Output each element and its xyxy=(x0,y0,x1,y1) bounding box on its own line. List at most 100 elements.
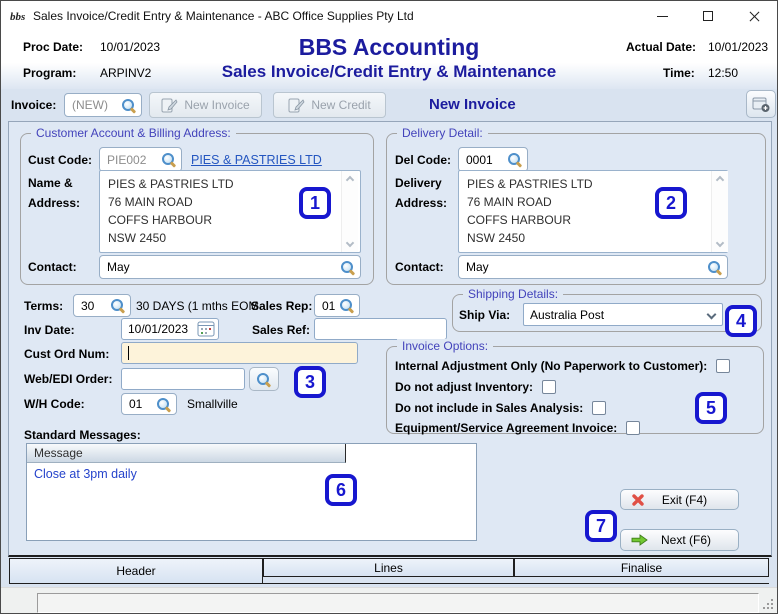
ship-via-value: Australia Post xyxy=(530,307,605,322)
new-record-icon xyxy=(752,97,769,112)
delivery-address-label-1: Delivery xyxy=(395,176,442,190)
del-code-label: Del Code: xyxy=(395,153,452,167)
close-button[interactable] xyxy=(731,1,777,31)
billing-contact-label: Contact: xyxy=(28,260,77,274)
resize-grip[interactable] xyxy=(771,607,773,609)
cust-ord-num-field[interactable] xyxy=(121,342,358,364)
scroll-down-icon[interactable] xyxy=(345,238,355,248)
cust-code-field[interactable]: PIE002 xyxy=(99,147,182,172)
time-label: Time: xyxy=(663,66,695,80)
status-bar xyxy=(1,587,777,613)
cust-ord-num-label: Cust Ord Num: xyxy=(24,347,110,361)
sales-rep-label: Sales Rep: xyxy=(251,299,313,313)
scroll-up-icon[interactable] xyxy=(345,175,355,185)
customer-name-link[interactable]: PIES & PASTRIES LTD xyxy=(191,153,322,167)
bbs-logo-icon: bbs xyxy=(10,11,25,23)
delivery-address-textarea[interactable]: PIES & PASTRIES LTD 76 MAIN ROAD COFFS H… xyxy=(458,170,728,253)
message-column-header: Message xyxy=(27,444,346,463)
web-edi-lookup-button[interactable] xyxy=(249,367,279,391)
new-credit-button[interactable]: New Credit xyxy=(273,92,386,118)
inv-date-field[interactable]: 10/01/2023 xyxy=(121,318,219,340)
next-button[interactable]: Next (F6) xyxy=(620,529,739,551)
delivery-contact-field[interactable]: May xyxy=(458,255,728,279)
invoice-number-value: (NEW) xyxy=(72,98,108,112)
window-title: Sales Invoice/Credit Entry & Maintenance… xyxy=(33,9,414,23)
minimize-icon xyxy=(656,15,668,17)
web-edi-order-input[interactable] xyxy=(128,372,241,386)
scroll-up-icon[interactable] xyxy=(715,175,725,185)
no-sales-analysis-label: Do not include in Sales Analysis: xyxy=(395,401,584,415)
maximize-button[interactable] xyxy=(685,1,731,31)
shipping-details-group: Shipping Details: Ship Via: Australia Po… xyxy=(452,287,762,332)
terms-description: 30 DAYS (1 mths EOM xyxy=(136,299,259,313)
invoice-options-legend: Invoice Options: xyxy=(397,339,494,353)
sales-ref-input[interactable] xyxy=(321,322,443,336)
chevron-down-icon xyxy=(706,309,717,320)
delivery-contact-magnifier-icon[interactable] xyxy=(707,260,723,275)
internal-adjustment-checkbox[interactable] xyxy=(716,359,731,373)
option-row: Internal Adjustment Only (No Paperwork t… xyxy=(395,356,731,376)
option-row: Do not adjust Inventory: xyxy=(395,377,556,397)
billing-contact-magnifier-icon[interactable] xyxy=(340,260,356,275)
minimize-button[interactable] xyxy=(639,1,685,31)
app-window: bbs Sales Invoice/Credit Entry & Mainten… xyxy=(0,0,778,614)
web-edi-order-field[interactable] xyxy=(121,368,245,390)
terms-value: 30 xyxy=(81,298,95,313)
customer-group-legend: Customer Account & Billing Address: xyxy=(31,126,236,140)
invoice-lookup-magnifier-icon[interactable] xyxy=(121,98,137,113)
wh-code-magnifier-icon[interactable] xyxy=(156,397,172,412)
tab-lines[interactable]: Lines xyxy=(263,558,514,577)
billing-contact-value: May xyxy=(107,260,130,274)
invoice-toolbar: Invoice: (NEW) New Invoice New Credit Ne… xyxy=(1,89,777,121)
tab-finalise[interactable]: Finalise xyxy=(514,558,769,577)
name-address-label-1: Name & xyxy=(28,176,73,190)
sales-rep-magnifier-icon[interactable] xyxy=(339,298,355,313)
sales-ref-field[interactable] xyxy=(314,318,447,340)
wh-code-label: W/H Code: xyxy=(24,397,85,411)
title-bar: bbs Sales Invoice/Credit Entry & Mainten… xyxy=(1,1,777,31)
sales-ref-label: Sales Ref: xyxy=(252,323,311,337)
status-message-panel xyxy=(37,593,759,613)
no-adjust-inventory-checkbox[interactable] xyxy=(542,380,556,394)
tab-header-label: Header xyxy=(116,564,156,578)
red-cross-icon xyxy=(631,493,645,507)
equipment-service-checkbox[interactable] xyxy=(626,421,641,435)
no-sales-analysis-checkbox[interactable] xyxy=(592,401,607,415)
terms-label: Terms: xyxy=(24,299,64,313)
sales-rep-field[interactable]: 01 xyxy=(314,294,360,317)
step-badge-1: 1 xyxy=(299,187,331,219)
standard-messages-table[interactable]: Message Close at 3pm daily xyxy=(26,443,477,541)
delivery-group-legend: Delivery Detail: xyxy=(397,126,488,140)
exit-button[interactable]: Exit (F4) xyxy=(620,489,739,510)
tab-lines-label: Lines xyxy=(374,560,403,575)
standard-messages-label: Standard Messages: xyxy=(24,428,141,442)
del-code-magnifier-icon[interactable] xyxy=(507,152,523,167)
header-tab-page: Customer Account & Billing Address: Cust… xyxy=(8,121,772,557)
terms-magnifier-icon[interactable] xyxy=(110,298,126,313)
text-cursor xyxy=(128,346,129,360)
delivery-detail-group: Delivery Detail: Del Code: 0001 Delivery… xyxy=(386,126,766,285)
message-row[interactable]: Close at 3pm daily xyxy=(27,464,476,481)
cust-code-label: Cust Code: xyxy=(28,153,92,167)
new-record-button[interactable] xyxy=(746,90,776,118)
del-code-field[interactable]: 0001 xyxy=(458,147,528,172)
new-invoice-button[interactable]: New Invoice xyxy=(149,92,262,118)
step-badge-2: 2 xyxy=(655,187,687,219)
inv-date-label: Inv Date: xyxy=(24,323,75,337)
tab-finalise-label: Finalise xyxy=(620,560,663,575)
delivery-address-scrollbar[interactable] xyxy=(711,171,728,252)
ship-via-select[interactable]: Australia Post xyxy=(523,303,723,326)
billing-contact-field[interactable]: May xyxy=(99,255,361,279)
cust-ord-num-input[interactable] xyxy=(131,346,354,360)
web-edi-order-label: Web/EDI Order: xyxy=(24,372,113,386)
billing-address-scrollbar[interactable] xyxy=(341,171,358,252)
tab-header[interactable]: Header xyxy=(9,558,263,584)
new-invoice-button-label: New Invoice xyxy=(184,98,250,112)
terms-field[interactable]: 30 xyxy=(73,294,131,317)
calendar-icon[interactable] xyxy=(197,321,215,337)
wh-code-field[interactable]: 01 xyxy=(121,393,177,415)
next-button-label: Next (F6) xyxy=(660,533,711,547)
invoice-number-field[interactable]: (NEW) xyxy=(64,93,142,117)
cust-code-magnifier-icon[interactable] xyxy=(161,152,177,167)
scroll-down-icon[interactable] xyxy=(715,238,725,248)
